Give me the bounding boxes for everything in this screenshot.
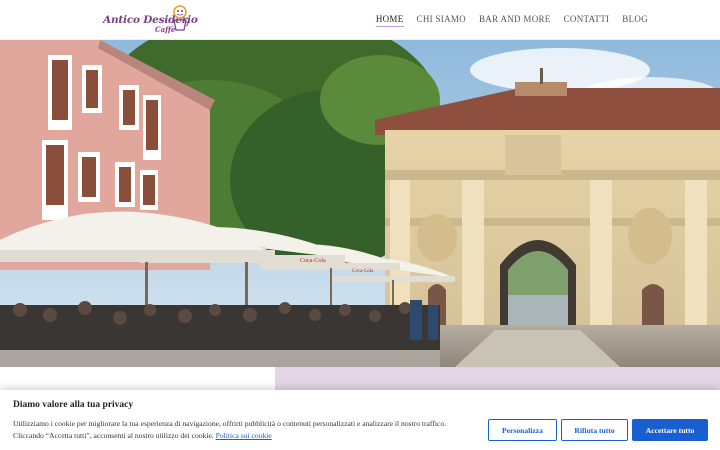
hero-image: Coca-Cola Coca-Cola <box>0 40 720 367</box>
nav-item-home[interactable]: HOME <box>375 14 404 27</box>
nav-item-chi-siamo[interactable]: CHI SIAMO <box>417 14 466 27</box>
cookie-banner: Diamo valore alla tua privacy Utilizziam… <box>0 390 720 450</box>
cookie-policy-link[interactable]: Politica sui cookie <box>216 431 272 440</box>
nav-item-bar-and-more[interactable]: BAR AND MORE <box>479 14 551 27</box>
nav-item-blog[interactable]: BLOG <box>622 14 648 27</box>
hero-photo: Coca-Cola Coca-Cola <box>0 40 720 367</box>
cookie-text-line2: Cliccando “Accetta tutti”, acconsenti al… <box>13 431 214 440</box>
umbrella-logo: Coca-Cola <box>300 258 326 264</box>
cookie-text-line1: Utilizziamo i cookie per migliorare la t… <box>13 419 447 428</box>
site-header: Antico Desiderio Caffè HOME CHI SIAMO BA… <box>0 0 720 40</box>
svg-text:Coca-Cola: Coca-Cola <box>352 269 374 274</box>
main-nav: HOME CHI SIAMO BAR AND MORE CONTATTI BLO… <box>363 14 648 27</box>
accept-all-button[interactable]: Accettare tutto <box>632 419 708 441</box>
reject-all-button[interactable]: Rifiuta tutto <box>561 419 628 441</box>
cookie-title: Diamo valore alla tua privacy <box>13 400 134 410</box>
coffee-cup-icon <box>173 5 189 31</box>
cookie-description: Utilizziamo i cookie per migliorare la t… <box>13 418 473 442</box>
page: Antico Desiderio Caffè HOME CHI SIAMO BA… <box>0 0 720 450</box>
nav-item-contatti[interactable]: CONTATTI <box>564 14 610 27</box>
brand-logo[interactable]: Antico Desiderio Caffè <box>103 4 198 36</box>
customize-button[interactable]: Personalizza <box>488 419 557 441</box>
